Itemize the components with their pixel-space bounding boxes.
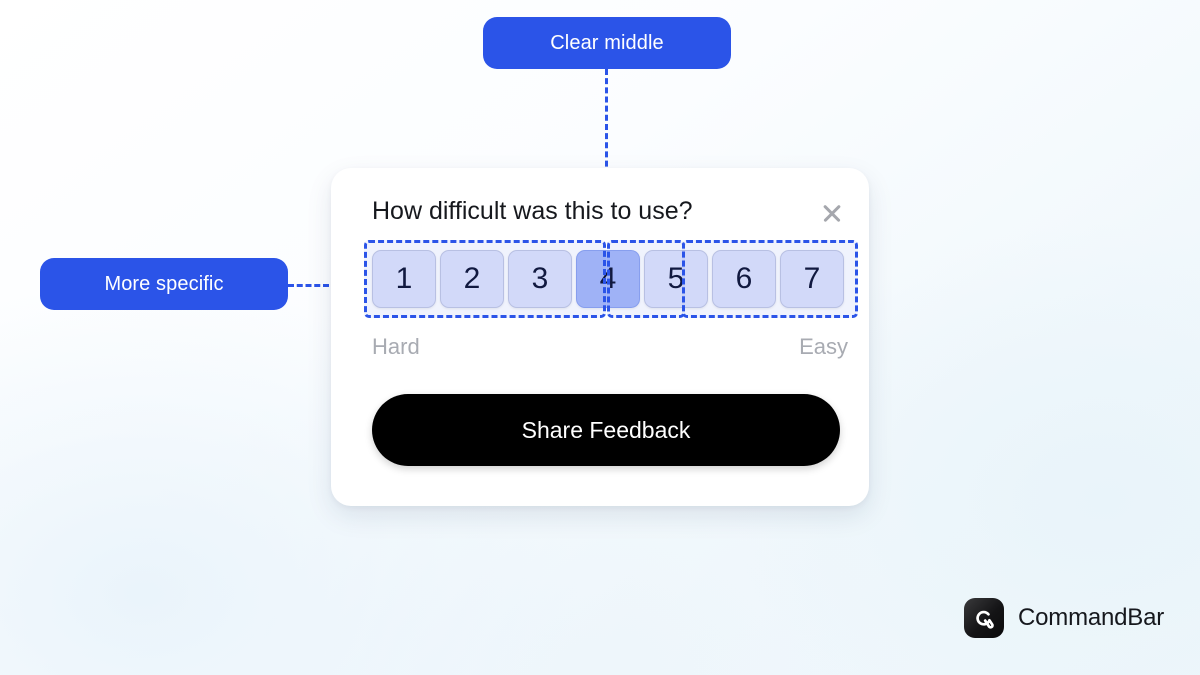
annotation-pill-clear-middle: Clear middle (483, 17, 731, 69)
rating-button-row: 1 2 3 4 5 6 7 (372, 250, 848, 308)
commandbar-glyph-icon (976, 610, 994, 629)
rating-button-4[interactable]: 4 (576, 250, 640, 308)
annotation-label-clear-middle: Clear middle (550, 31, 664, 54)
rating-button-7[interactable]: 7 (780, 250, 844, 308)
rating-label-high: Easy (799, 334, 848, 359)
close-icon[interactable] (817, 198, 847, 228)
annotation-label-more-specific: More specific (104, 272, 224, 295)
commandbar-logo-icon (964, 598, 1004, 638)
annotation-pill-more-specific: More specific (40, 258, 288, 310)
survey-title: How difficult was this to use? (372, 197, 693, 225)
brand-lockup: CommandBar (964, 598, 1164, 638)
rating-button-6[interactable]: 6 (712, 250, 776, 308)
rating-scale-labels: Hard Easy (372, 334, 848, 360)
rating-button-5[interactable]: 5 (644, 250, 708, 308)
rating-button-3[interactable]: 3 (508, 250, 572, 308)
screenshot-canvas: Clear middle More specific How difficult… (0, 0, 1200, 675)
rating-button-2[interactable]: 2 (440, 250, 504, 308)
survey-card-header: How difficult was this to use? (372, 196, 847, 228)
rating-button-1[interactable]: 1 (372, 250, 436, 308)
survey-card: How difficult was this to use? 1 2 3 4 5… (331, 168, 869, 506)
rating-scale: 1 2 3 4 5 6 7 (364, 240, 858, 318)
rating-label-low: Hard (372, 334, 420, 359)
share-feedback-button[interactable]: Share Feedback (372, 394, 840, 466)
brand-name: CommandBar (1018, 604, 1165, 631)
